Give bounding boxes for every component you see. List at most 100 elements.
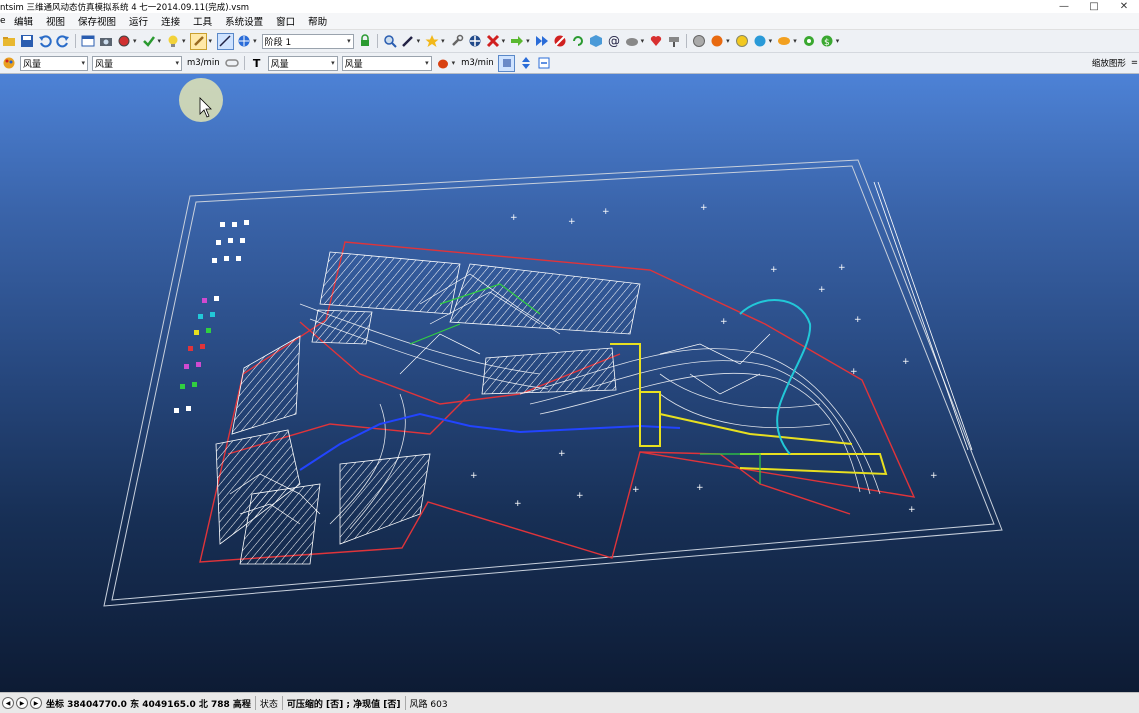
gauge-icon[interactable] xyxy=(734,34,749,49)
menu-save-view[interactable]: 保存视图 xyxy=(78,14,116,28)
camera-icon[interactable] xyxy=(99,34,114,49)
airway-count: 风路 603 xyxy=(404,696,452,710)
dropdown-arrow-icon[interactable]: ▾ xyxy=(769,37,773,45)
nav-back-icon[interactable]: ◀ xyxy=(2,697,14,709)
cube-icon[interactable] xyxy=(588,34,603,49)
star-icon[interactable] xyxy=(425,34,440,49)
refresh-icon[interactable] xyxy=(570,34,585,49)
record-icon[interactable] xyxy=(117,34,132,49)
wrench-icon[interactable] xyxy=(449,34,464,49)
dropdown-arrow-icon[interactable]: ▾ xyxy=(836,37,840,45)
dropdown-arrow-icon[interactable]: ▾ xyxy=(158,37,162,45)
dropdown-arrow-icon[interactable]: ▾ xyxy=(209,37,213,45)
nav-forward-icon[interactable]: ▶ xyxy=(30,697,42,709)
leaf-icon[interactable] xyxy=(777,34,792,49)
menu-edge: e xyxy=(0,16,6,26)
svg-text:+: + xyxy=(700,203,708,213)
dropdown-arrow-icon[interactable]: ▾ xyxy=(526,37,530,45)
menu-help[interactable]: 帮助 xyxy=(308,14,327,28)
cloud-icon[interactable] xyxy=(624,34,639,49)
svg-text:+: + xyxy=(568,217,576,227)
dropdown-arrow-icon[interactable]: ▾ xyxy=(133,37,137,45)
dropdown-arrow-icon[interactable]: ▾ xyxy=(182,37,186,45)
dollar-icon[interactable]: $ xyxy=(819,34,834,49)
zoom-icon[interactable] xyxy=(382,34,397,49)
quantity-select-2[interactable]: 风量 ▾ xyxy=(92,55,182,71)
stop-icon[interactable] xyxy=(552,34,567,49)
dropdown-arrow-icon[interactable]: ▾ xyxy=(726,37,730,45)
toolbar-separator xyxy=(686,34,688,48)
check-icon[interactable] xyxy=(141,34,156,49)
pen-icon[interactable] xyxy=(400,34,415,49)
dropdown-arrow-icon[interactable]: ▾ xyxy=(502,37,506,45)
compress-status: 可压缩的 [否] ; 净现值 [否] xyxy=(281,696,405,710)
quantity-select-1-value: 风量 xyxy=(23,59,42,70)
close-button[interactable]: ✕ xyxy=(1109,0,1139,13)
save-icon[interactable] xyxy=(20,34,35,49)
menu-window[interactable]: 窗口 xyxy=(276,14,295,28)
menu-settings[interactable]: 系统设置 xyxy=(225,14,263,28)
dropdown-arrow-icon[interactable]: ▾ xyxy=(253,37,257,45)
at-icon[interactable]: @ xyxy=(606,34,621,49)
quantity-select-3[interactable]: 风量 ▾ xyxy=(267,55,338,71)
menu-view[interactable]: 视图 xyxy=(46,14,65,28)
dropdown-arrow-icon[interactable]: ▾ xyxy=(452,59,456,67)
menu-edit[interactable]: 编辑 xyxy=(14,14,33,28)
svg-text:+: + xyxy=(818,285,826,295)
undo-icon[interactable] xyxy=(38,34,53,49)
legend-markers xyxy=(174,220,249,413)
quantity-select-1[interactable]: 风量 ▾ xyxy=(20,55,88,71)
scale-graphics-label[interactable]: 缩放图形 xyxy=(1092,57,1126,69)
globe-icon[interactable] xyxy=(692,34,707,49)
dropdown-arrow-icon[interactable]: ▾ xyxy=(793,37,797,45)
stage-select-value: 阶段 1 xyxy=(264,37,292,48)
quantity-select-2-value: 风量 xyxy=(95,59,114,70)
open-icon[interactable] xyxy=(2,34,17,49)
dropdown-arrow-icon[interactable]: ▾ xyxy=(641,37,645,45)
pointer-icon[interactable] xyxy=(216,32,234,50)
layers-icon[interactable] xyxy=(498,54,516,72)
minus-icon[interactable] xyxy=(536,56,551,71)
menu-run[interactable]: 运行 xyxy=(129,14,148,28)
svg-text:@: @ xyxy=(608,34,620,48)
heart-icon[interactable] xyxy=(649,34,664,49)
svg-text:+: + xyxy=(838,263,846,273)
fire-icon[interactable] xyxy=(710,34,725,49)
dropdown-arrow-icon[interactable]: ▾ xyxy=(441,37,445,45)
text-icon[interactable]: T xyxy=(249,56,264,71)
coords-value: 38404770.0 东 4049165.0 北 788 高程 xyxy=(67,699,251,710)
mine-model-canvas[interactable]: + + + + + + + + + + + + + + + + + + + xyxy=(0,74,1139,692)
window-controls: — □ ✕ xyxy=(1049,0,1139,13)
fan-icon[interactable] xyxy=(467,34,482,49)
fastforward-icon[interactable] xyxy=(534,34,549,49)
brush2-icon[interactable] xyxy=(667,34,682,49)
lock-icon[interactable] xyxy=(357,34,372,49)
arrow-icon[interactable] xyxy=(510,34,525,49)
nav-play-icon[interactable]: ▶ xyxy=(16,697,28,709)
dropdown-arrow-icon[interactable]: ▾ xyxy=(417,37,421,45)
menu-connect[interactable]: 连接 xyxy=(161,14,180,28)
quantity-select-4[interactable]: 风量 ▾ xyxy=(341,55,432,71)
palette-icon[interactable] xyxy=(2,56,17,71)
delete-icon[interactable] xyxy=(485,34,500,49)
brush-icon[interactable] xyxy=(190,32,208,50)
svg-text:+: + xyxy=(930,471,938,481)
globe-select-icon[interactable] xyxy=(237,34,252,49)
maximize-button[interactable]: □ xyxy=(1079,0,1109,13)
bird-icon[interactable] xyxy=(752,34,767,49)
svg-text:+: + xyxy=(908,505,916,515)
3d-viewport[interactable]: + + + + + + + + + + + + + + + + + + + xyxy=(0,74,1139,692)
color-drop-icon[interactable] xyxy=(435,56,450,71)
minimize-button[interactable]: — xyxy=(1049,0,1079,13)
window-title: ntsim 三维通风动态仿真模拟系统 4 七一2014.09.11(完成).vs… xyxy=(0,2,250,13)
link-icon[interactable] xyxy=(224,56,239,71)
redo-icon[interactable] xyxy=(56,34,71,49)
chevron-down-icon: ▾ xyxy=(331,59,335,67)
updown-icon[interactable] xyxy=(518,56,533,71)
window-icon[interactable] xyxy=(81,34,96,49)
svg-text:+: + xyxy=(558,449,566,459)
gear-icon[interactable] xyxy=(801,34,816,49)
stage-select[interactable]: 阶段 1 ▾ xyxy=(261,33,354,49)
menu-tools[interactable]: 工具 xyxy=(193,14,212,28)
bulb-icon[interactable] xyxy=(166,34,181,49)
